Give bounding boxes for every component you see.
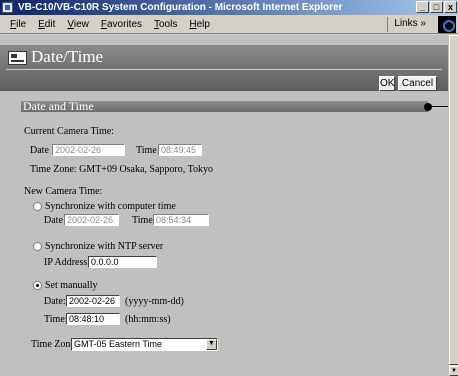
sync-computer-time-label: Time bbox=[132, 215, 153, 226]
manual-date-input[interactable]: 2002-02-26 bbox=[66, 295, 120, 307]
set-manually-radio[interactable] bbox=[33, 281, 42, 290]
manual-time-input[interactable]: 08:48:10 bbox=[66, 313, 120, 325]
manual-time-label: Time: bbox=[44, 314, 68, 325]
window-controls: _ □ x bbox=[416, 1, 457, 13]
sync-computer-date-label: Date bbox=[44, 215, 63, 226]
set-manually-label[interactable]: Set manually bbox=[45, 280, 98, 292]
date-time-icon bbox=[8, 51, 27, 65]
sync-ntp-label[interactable]: Synchronize with NTP server bbox=[45, 241, 163, 253]
minimize-button[interactable]: _ bbox=[416, 1, 429, 13]
current-time-heading: Current Camera Time: bbox=[24, 126, 114, 137]
ie-throbber-icon bbox=[438, 16, 456, 33]
menu-view[interactable]: View bbox=[61, 19, 95, 30]
current-timezone-text: Time Zone: GMT+09 Osaka, Sapporo, Tokyo bbox=[30, 164, 213, 175]
window-title-bar[interactable]: VB-C10/VB-C10R System Configuration - Mi… bbox=[0, 0, 458, 15]
page-title: Date/Time bbox=[31, 47, 104, 66]
current-date-label: Date bbox=[30, 145, 49, 156]
timezone-select[interactable]: GMT-05 Eastern Time ▼ bbox=[71, 338, 218, 351]
manual-date-format-hint: (yyyy-mm-dd) bbox=[125, 296, 184, 307]
menu-bar: File Edit View Favorites Tools Help Link… bbox=[0, 15, 458, 34]
header-divider bbox=[6, 69, 442, 70]
ntp-ip-input[interactable]: 0.0.0.0 bbox=[88, 256, 157, 268]
sync-computer-date-field: 2002-02-26 bbox=[64, 214, 119, 226]
current-date-field: 2002-02-26 bbox=[52, 144, 125, 156]
scroll-down-arrow-icon[interactable]: ▼ bbox=[449, 366, 458, 376]
menu-tools[interactable]: Tools bbox=[148, 19, 183, 30]
manual-date-label: Date: bbox=[44, 296, 66, 307]
menu-favorites[interactable]: Favorites bbox=[95, 19, 148, 30]
section-title: Date and Time bbox=[21, 100, 428, 112]
menu-file[interactable]: File bbox=[4, 19, 32, 30]
page-header: Date/Time OK Cancel bbox=[0, 45, 448, 91]
chevron-down-icon[interactable]: ▼ bbox=[206, 339, 217, 350]
scrollbar-thumb[interactable] bbox=[449, 35, 458, 365]
vertical-scrollbar[interactable]: ▼ bbox=[448, 35, 458, 376]
ntp-ip-label: IP Address: bbox=[44, 257, 91, 268]
section-bullet-icon bbox=[424, 103, 432, 111]
current-time-label: Time bbox=[136, 145, 157, 156]
sync-ntp-radio[interactable] bbox=[33, 242, 42, 251]
current-time-field: 08:49:45 bbox=[158, 144, 202, 156]
menu-help[interactable]: Help bbox=[183, 19, 216, 30]
maximize-button[interactable]: □ bbox=[430, 1, 443, 13]
manual-time-format-hint: (hh:mm:ss) bbox=[125, 314, 171, 325]
new-time-heading: New Camera Time: bbox=[24, 186, 103, 197]
window-title: VB-C10/VB-C10R System Configuration - Mi… bbox=[18, 2, 343, 13]
sync-computer-label[interactable]: Synchronize with computer time bbox=[45, 201, 176, 213]
sync-computer-time-field: 08:54:34 bbox=[153, 214, 209, 226]
sync-computer-radio[interactable] bbox=[33, 202, 42, 211]
close-button[interactable]: x bbox=[444, 1, 457, 13]
menu-edit[interactable]: Edit bbox=[32, 19, 61, 30]
ok-button[interactable]: OK bbox=[379, 76, 395, 91]
ie-app-icon bbox=[2, 2, 13, 13]
timezone-selected-value: GMT-05 Eastern Time bbox=[74, 339, 163, 349]
links-toolbar[interactable]: Links » bbox=[387, 17, 432, 32]
section-connector bbox=[431, 106, 448, 107]
cancel-button[interactable]: Cancel bbox=[398, 76, 437, 91]
